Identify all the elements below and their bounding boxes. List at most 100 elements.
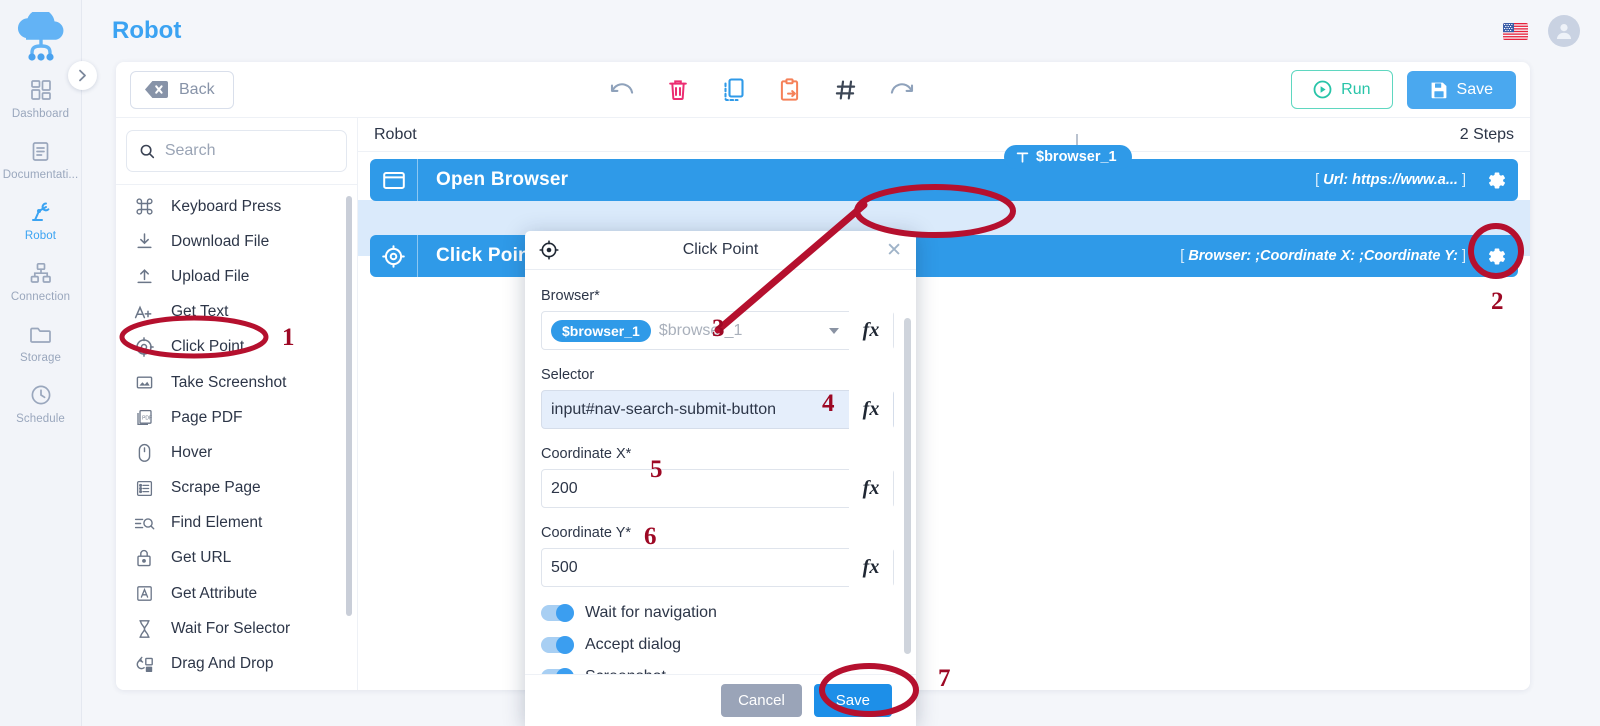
robot-arm-icon (0, 199, 82, 225)
run-button-label: Run (1341, 80, 1371, 98)
wait-for-navigation-label: Wait for navigation (585, 604, 717, 621)
list-icon (133, 477, 155, 499)
action-label: Get Text (171, 303, 229, 321)
play-circle-icon (1313, 80, 1332, 99)
coordinate-x-fx-button[interactable]: fx (849, 469, 893, 508)
coordinate-y-field[interactable]: 500 fx (541, 548, 894, 587)
run-button[interactable]: Run (1291, 70, 1393, 109)
back-x-icon (145, 81, 168, 98)
close-icon[interactable]: ✕ (886, 241, 902, 260)
step-params-text: Browser: ;Coordinate X: ;Coordinate Y: (1188, 248, 1458, 264)
chevron-down-icon[interactable] (829, 327, 839, 334)
action-list[interactable]: Keyboard Press Download File Upload File… (116, 184, 358, 690)
save-button[interactable]: Save (1406, 70, 1516, 109)
sidebar-item-connection[interactable]: Connection (0, 249, 82, 310)
command-key-icon (133, 196, 155, 218)
action-item-scrape-page[interactable]: Scrape Page (116, 471, 358, 506)
sidebar-label-robot: Robot (24, 230, 57, 242)
drag-drop-icon (133, 653, 155, 675)
step-settings-gear-button[interactable] (1474, 159, 1518, 201)
action-item-find-element[interactable]: Find Element (116, 506, 358, 541)
wait-for-navigation-toggle[interactable] (541, 604, 574, 622)
action-item-download-file[interactable]: Download File (116, 224, 358, 259)
action-item-keyboard-press[interactable]: Keyboard Press (116, 189, 358, 224)
browser-chip[interactable]: $browser_1 (551, 319, 651, 342)
browser-window-icon (370, 159, 418, 201)
action-label: Scrape Page (171, 479, 261, 497)
dialog-scrollbar[interactable] (904, 318, 911, 654)
us-flag-icon[interactable] (1503, 22, 1528, 40)
upload-icon (133, 266, 155, 288)
toolbar-primary-actions: Run Save (1291, 70, 1516, 109)
accept-dialog-toggle[interactable] (541, 636, 574, 654)
find-element-icon (133, 512, 155, 534)
save-button-label: Save (1456, 80, 1493, 98)
page-title: Robot (112, 17, 182, 44)
action-item-get-text[interactable]: Get Text (116, 295, 358, 330)
coordinate-x-field[interactable]: 200 fx (541, 469, 894, 508)
cancel-button[interactable]: Cancel (721, 684, 802, 717)
action-list-scrollbar[interactable] (346, 196, 352, 616)
accept-dialog-row[interactable]: Accept dialog (541, 636, 894, 654)
search-box[interactable] (126, 130, 347, 172)
expand-sidebar-button[interactable] (68, 61, 97, 90)
step-params: [ Browser: ;Coordinate X: ;Coordinate Y:… (1180, 248, 1466, 264)
action-item-upload-file[interactable]: Upload File (116, 259, 358, 294)
browser-fx-button[interactable]: fx (849, 311, 893, 350)
step-name: Open Browser (436, 169, 569, 190)
action-item-drag-and-drop[interactable]: Drag And Drop (116, 646, 358, 681)
selector-fx-button[interactable]: fx (849, 390, 893, 429)
selector-value: input#nav-search-submit-button (551, 400, 777, 418)
back-button[interactable]: Back (130, 70, 234, 109)
hourglass-icon (133, 618, 155, 640)
action-label: Get URL (171, 549, 232, 567)
action-item-take-screenshot[interactable]: Take Screenshot (116, 365, 358, 400)
user-avatar-icon (1556, 24, 1572, 39)
sidebar-item-documentation[interactable]: Documentati... (0, 127, 82, 188)
coordinate-x-label: Coordinate X* (541, 446, 632, 462)
click-point-dialog: Click Point ✕ Browser* $browser_1 $brows… (525, 231, 916, 726)
action-item-wait-for-selector[interactable]: Wait For Selector (116, 611, 358, 646)
editor-toolbar: Back Run Save (116, 62, 1530, 118)
dialog-title: Click Point (682, 241, 759, 258)
browser-field[interactable]: $browser_1 $browser_1 fx (541, 311, 894, 350)
action-label: Wait For Selector (171, 619, 291, 637)
action-item-click-point[interactable]: Click Point (116, 330, 358, 365)
sidebar-item-storage[interactable]: Storage (0, 310, 82, 371)
gear-icon (1488, 247, 1505, 265)
coordinate-y-label: Coordinate Y* (541, 525, 632, 541)
steps-count: 2 Steps (1459, 125, 1514, 143)
lock-icon (133, 547, 155, 569)
step-params-text: Url: https://www.a... (1323, 172, 1458, 188)
canvas-header: Robot 2 Steps (358, 118, 1530, 152)
delete-trash-icon[interactable] (664, 76, 692, 104)
back-button-label: Back (179, 80, 215, 98)
action-label: Get Attribute (171, 584, 258, 602)
paste-icon[interactable] (776, 76, 804, 104)
action-item-get-attribute[interactable]: Get Attribute (116, 576, 358, 611)
action-item-page-pdf[interactable]: PDF Page PDF (116, 400, 358, 435)
sidebar-item-robot[interactable]: Robot (0, 188, 82, 249)
coordinate-y-fx-button[interactable]: fx (849, 548, 893, 587)
action-item-get-url[interactable]: Get URL (116, 541, 358, 576)
sidebar-item-schedule[interactable]: Schedule (0, 371, 82, 432)
redo-icon[interactable] (888, 76, 916, 104)
variable-chip[interactable]: $browser_1 (1004, 145, 1132, 169)
left-nav-rail: Dashboard Documentati... Robot Connectio… (0, 0, 82, 726)
action-item-hover[interactable]: Hover (116, 435, 358, 470)
text-type-icon (1016, 152, 1029, 163)
search-input[interactable] (164, 142, 333, 160)
action-label: Hover (171, 443, 213, 461)
step-row-open-browser[interactable]: Open Browser [ Url: https://www.a... ] (370, 159, 1518, 201)
selector-field[interactable]: input#nav-search-submit-button fx (541, 390, 894, 429)
step-settings-gear-button[interactable] (1474, 235, 1518, 277)
browser-placeholder: $browser_1 (658, 321, 743, 339)
svg-text:PDF: PDF (142, 416, 152, 422)
avatar[interactable] (1548, 15, 1580, 47)
copy-icon[interactable] (720, 76, 748, 104)
undo-icon[interactable] (608, 76, 636, 104)
hash-variable-icon[interactable] (832, 76, 860, 104)
dialog-save-button[interactable]: Save (813, 684, 892, 717)
wait-for-navigation-row[interactable]: Wait for navigation (541, 604, 894, 622)
text-plus-icon (133, 301, 155, 323)
